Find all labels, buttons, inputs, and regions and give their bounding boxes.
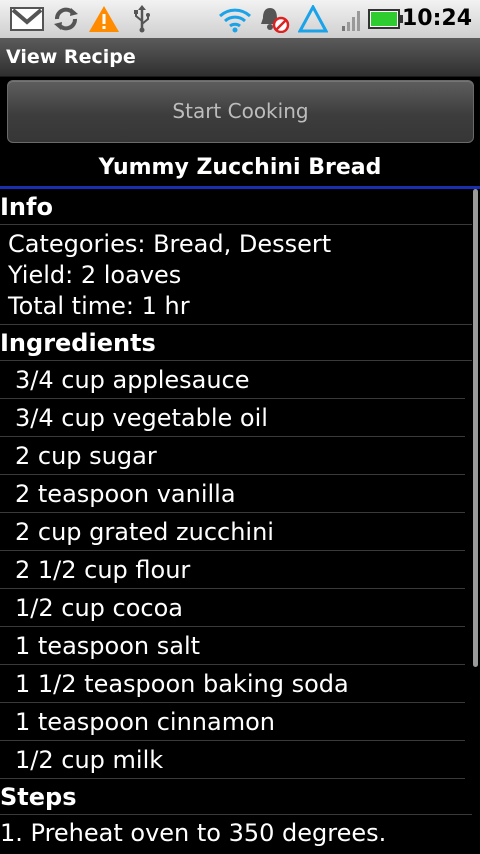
battery-icon (368, 5, 404, 33)
ingredient-item[interactable]: 1/2 cup cocoa (0, 589, 465, 627)
ingredient-item[interactable]: 1 1/2 teaspoon baking soda (0, 665, 465, 703)
start-cooking-button[interactable]: Start Cooking (7, 80, 474, 143)
ingredient-item[interactable]: 2 cup sugar (0, 437, 465, 475)
step-item[interactable]: 1. Preheat oven to 350 degrees. (0, 815, 480, 851)
alert-triangle-icon (298, 5, 328, 33)
info-block: Categories: Bread, Dessert Yield: 2 loav… (0, 225, 472, 325)
start-cooking-label: Start Cooking (172, 99, 309, 123)
alarm-muted-icon (258, 5, 290, 33)
section-header-ingredients: Ingredients (0, 325, 472, 361)
ingredient-item[interactable]: 2 1/2 cup flour (0, 551, 465, 589)
recipe-details-list[interactable]: Info Categories: Bread, Dessert Yield: 2… (0, 189, 480, 854)
warning-icon (88, 5, 120, 33)
ingredient-item[interactable]: 1 teaspoon salt (0, 627, 465, 665)
sync-icon (52, 5, 80, 33)
recipe-title: Yummy Zucchini Bread (0, 150, 480, 189)
status-bar: 10:24 (0, 0, 480, 38)
info-yield: Yield: 2 loaves (8, 261, 182, 289)
section-header-info: Info (0, 189, 472, 225)
gmail-icon (10, 5, 44, 33)
ingredient-item[interactable]: 2 cup grated zucchini (0, 513, 465, 551)
info-total-time: Total time: 1 hr (8, 292, 190, 320)
section-header-steps: Steps (0, 779, 472, 815)
page-title: View Recipe (6, 46, 136, 68)
signal-icon (340, 5, 364, 33)
ingredient-item[interactable]: 1 teaspoon cinnamon (0, 703, 465, 741)
scrollbar[interactable] (473, 189, 478, 667)
info-categories: Categories: Bread, Dessert (8, 230, 332, 258)
wifi-icon (218, 5, 252, 33)
title-bar: View Recipe (0, 38, 480, 77)
ingredient-item[interactable]: 2 teaspoon vanilla (0, 475, 465, 513)
ingredient-item[interactable]: 3/4 cup vegetable oil (0, 399, 465, 437)
ingredient-item[interactable]: 1/2 cup milk (0, 741, 465, 779)
usb-icon (132, 5, 152, 33)
ingredient-item[interactable]: 3/4 cup applesauce (0, 361, 465, 399)
status-time: 10:24 (401, 6, 472, 31)
